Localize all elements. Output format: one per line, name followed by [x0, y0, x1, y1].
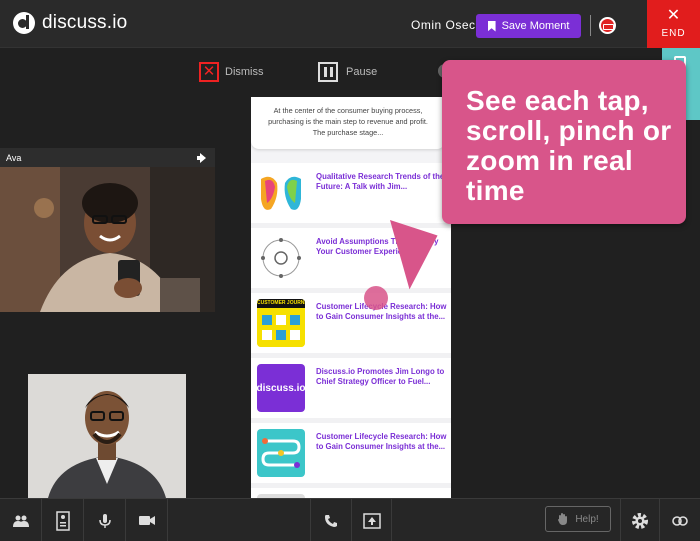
article-thumbnail	[257, 234, 305, 282]
article-thumbnail: discuss.io	[257, 364, 305, 412]
help-button[interactable]: Help!	[545, 506, 611, 532]
help-label: Help!	[575, 513, 599, 525]
end-label: END	[661, 28, 686, 39]
pause-button[interactable]: Pause	[318, 62, 377, 82]
bookmark-icon	[487, 20, 496, 32]
settings-button[interactable]	[620, 499, 660, 541]
video-tile-self[interactable]	[28, 374, 186, 498]
notes-button[interactable]	[42, 499, 84, 541]
article-row[interactable]	[251, 488, 451, 498]
article-row[interactable]: Qualitative Research Trends of the Futur…	[251, 163, 451, 223]
callout-text: See each tap, scroll, pinch or zoom in r…	[466, 85, 672, 206]
article-row[interactable]: CUSTOMER JOURNEY Customer Lifecycle Rese…	[251, 293, 451, 353]
microphone-icon	[98, 513, 111, 528]
article-row[interactable]: discuss.io Discuss.io Promotes Jim Longo…	[251, 358, 451, 418]
app-window: discuss.io Omin Osec Save Moment ✕ END ✕…	[0, 0, 700, 541]
thumbnail-caption: CUSTOMER JOURNEY	[257, 300, 305, 306]
logo-text: discuss.io	[42, 12, 128, 33]
participant-name: Ava	[6, 152, 22, 163]
pause-icon	[318, 62, 338, 82]
touch-indicator	[364, 286, 388, 310]
article-thumbnail: CUSTOMER JOURNEY	[257, 299, 305, 347]
dismiss-label: Dismiss	[225, 66, 264, 78]
participant-name-bar: Ava	[0, 148, 215, 167]
video-tile-ava[interactable]: Ava	[0, 148, 215, 312]
phone-button[interactable]	[310, 499, 352, 541]
share-screen-button[interactable]	[352, 499, 392, 541]
camera-off-icon[interactable]	[599, 17, 616, 34]
article-excerpt: At the center of the consumer buying pro…	[268, 106, 428, 137]
camera-button[interactable]	[126, 499, 168, 541]
divider	[590, 15, 591, 36]
article-excerpt-card[interactable]: At the center of the consumer buying pro…	[251, 97, 445, 149]
participant-video-ava	[0, 148, 215, 312]
pause-label: Pause	[346, 66, 378, 78]
people-icon	[12, 515, 29, 527]
top-bar: discuss.io Omin Osec Save Moment ✕ END	[0, 0, 700, 48]
close-icon: ✕	[199, 62, 219, 82]
discuss-logo-icon	[13, 12, 35, 34]
copy-link-button[interactable]	[660, 499, 700, 541]
shared-phone-screen[interactable]: At the center of the consumer buying pro…	[251, 97, 451, 498]
article-title: Discuss.io Promotes Jim Longo to Chief S…	[316, 367, 445, 386]
end-session-button[interactable]: ✕ END	[647, 0, 700, 48]
participants-button[interactable]	[0, 499, 42, 541]
article-row[interactable]: Customer Lifecycle Research: How to Gain…	[251, 423, 451, 483]
microphone-button[interactable]	[84, 499, 126, 541]
logo: discuss.io	[13, 12, 127, 34]
thumbnail-caption: discuss.io	[257, 382, 305, 394]
phone-icon	[325, 514, 337, 527]
speaker-icon[interactable]	[197, 152, 209, 163]
document-icon	[55, 510, 70, 531]
save-moment-button[interactable]: Save Moment	[476, 14, 581, 38]
video-camera-icon	[138, 516, 155, 525]
hand-icon	[558, 513, 568, 525]
upload-icon	[362, 512, 381, 529]
article-title: Customer Lifecycle Research: How to Gain…	[316, 432, 447, 451]
article-thumbnail	[257, 429, 305, 477]
article-thumbnail	[257, 169, 305, 217]
participant-video-self	[28, 374, 186, 498]
article-title: Qualitative Research Trends of the Futur…	[316, 172, 445, 191]
dismiss-button[interactable]: ✕ Dismiss	[199, 62, 264, 82]
link-icon	[672, 515, 688, 526]
save-moment-label: Save Moment	[501, 20, 570, 32]
gear-icon	[632, 512, 648, 529]
close-icon: ✕	[666, 7, 681, 24]
user-name: Omin Osec	[411, 18, 476, 32]
